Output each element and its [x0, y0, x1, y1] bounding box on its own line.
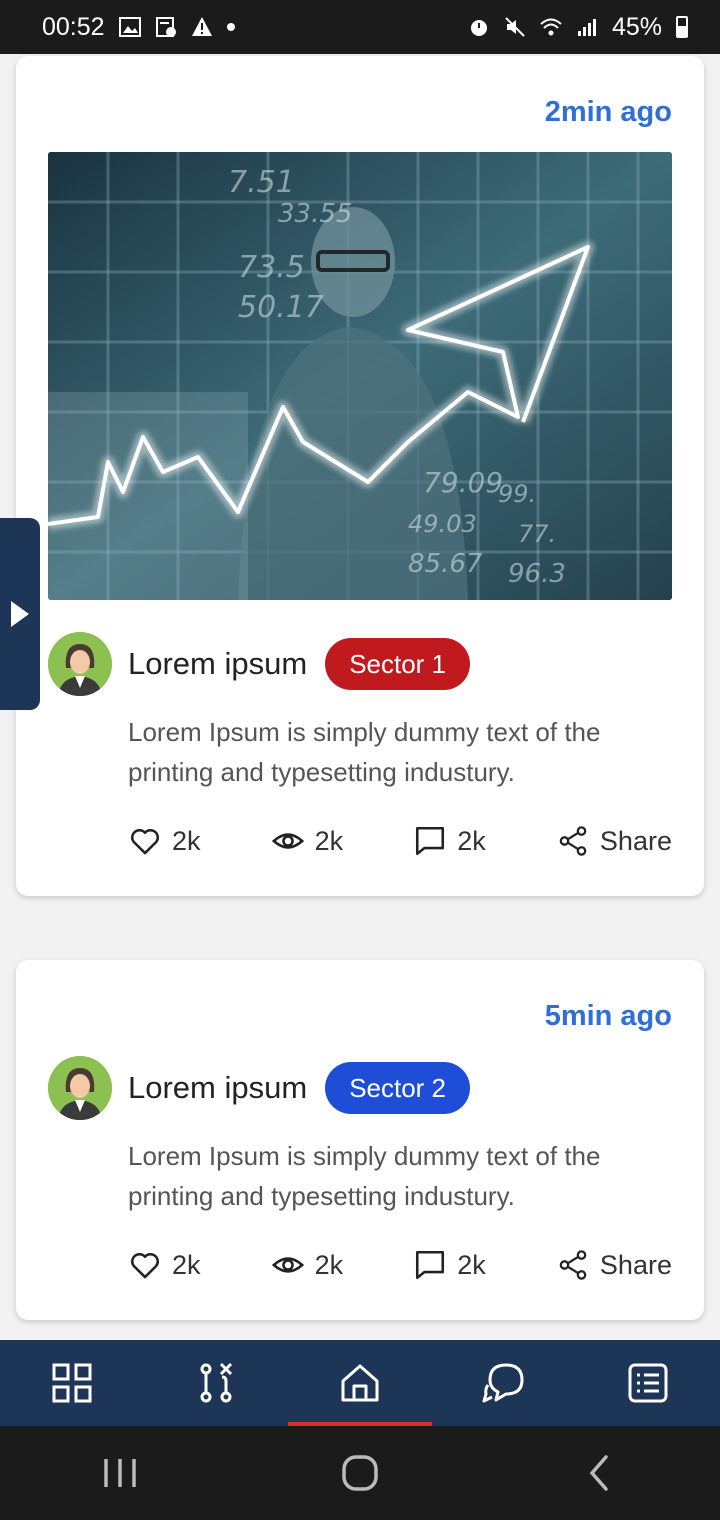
image-number: 73.5	[238, 250, 305, 285]
eye-icon	[271, 1257, 304, 1273]
share-button[interactable]: Share	[556, 824, 672, 858]
home-icon	[341, 1364, 379, 1402]
status-right: 45%	[468, 13, 688, 42]
post-image[interactable]: 7.51 33.55 73.5 50.17 79.09 49.03 99. 77…	[48, 152, 672, 600]
status-bar: 00:52 45%	[0, 0, 720, 54]
nav-compare[interactable]	[144, 1340, 288, 1426]
mute-icon	[505, 17, 525, 37]
author-row: Lorem ipsum Sector 2	[48, 1056, 471, 1120]
like-count: 2k	[172, 825, 201, 856]
share-icon	[559, 826, 587, 856]
view-count: 2k	[314, 1249, 344, 1280]
sector-badge[interactable]: Sector 2	[325, 1062, 471, 1114]
post-time: 2min ago	[544, 96, 672, 128]
nav-dashboard[interactable]	[0, 1340, 144, 1426]
views-button[interactable]: 2k	[271, 1248, 344, 1282]
post-actions: 2k 2k 2k Share	[128, 1248, 672, 1282]
avatar[interactable]	[48, 1056, 112, 1120]
post-time: 5min ago	[544, 1000, 672, 1032]
author-name[interactable]: Lorem ipsum	[128, 646, 307, 682]
comment-count: 2k	[457, 1249, 486, 1280]
like-button[interactable]: 2k	[128, 824, 201, 858]
view-count: 2k	[314, 825, 344, 856]
system-nav	[0, 1426, 720, 1520]
recents-icon[interactable]	[100, 1453, 140, 1493]
play-arrow-icon	[11, 601, 29, 627]
status-left: 00:52	[42, 13, 235, 42]
share-icon	[559, 1250, 587, 1280]
gallery-icon	[118, 17, 141, 37]
comment-button[interactable]: 2k	[413, 824, 486, 858]
image-number: 7.51	[228, 165, 295, 200]
battery-icon	[676, 16, 688, 38]
drawer-toggle-button[interactable]	[0, 518, 40, 710]
comment-button[interactable]: 2k	[413, 1248, 486, 1282]
post-card[interactable]: 2min ago 7.51 33.55 73.5 50.17 79.09 49.…	[16, 56, 704, 896]
like-count: 2k	[172, 1249, 201, 1280]
post-text: Lorem Ipsum is simply dummy text of the …	[128, 1141, 601, 1211]
alarm-icon	[470, 20, 487, 36]
clipboard-check-icon	[155, 17, 176, 37]
image-number: 77.	[518, 520, 556, 548]
image-number: 96.3	[508, 559, 566, 589]
image-number: 49.03	[408, 510, 477, 538]
bottom-nav	[0, 1340, 720, 1426]
comment-count: 2k	[457, 825, 486, 856]
share-label: Share	[599, 1249, 672, 1280]
eye-icon	[271, 833, 304, 849]
heart-icon	[131, 1252, 159, 1279]
battery-percent: 45%	[611, 12, 662, 41]
dashboard-icon	[52, 1363, 92, 1403]
image-number: 50.17	[238, 290, 324, 325]
author-name[interactable]: Lorem ipsum	[128, 1070, 307, 1106]
wifi-icon	[540, 18, 562, 36]
author-row: Lorem ipsum Sector 1	[48, 632, 471, 696]
post-card[interactable]: 5min ago Lorem ipsum Sector 2 Lorem Ipsu…	[16, 960, 704, 1320]
image-number: 85.67	[408, 549, 483, 579]
like-button[interactable]: 2k	[128, 1248, 201, 1282]
stock-chart-image: 7.51 33.55 73.5 50.17 79.09 49.03 99. 77…	[48, 152, 672, 600]
image-number: 33.55	[278, 199, 352, 229]
nav-chat[interactable]	[432, 1340, 576, 1426]
share-button[interactable]: Share	[556, 1248, 672, 1282]
sector-badge[interactable]: Sector 1	[325, 638, 471, 690]
dot-icon	[226, 23, 235, 31]
warning-icon	[191, 17, 212, 36]
nav-list[interactable]	[576, 1340, 720, 1426]
user-avatar-icon	[48, 632, 112, 696]
compare-icon	[200, 1362, 233, 1403]
signal-icon	[577, 19, 596, 36]
list-icon	[628, 1363, 668, 1403]
chat-icon	[482, 1363, 524, 1403]
heart-icon	[131, 828, 159, 855]
share-label: Share	[599, 825, 672, 856]
comment-icon	[416, 826, 445, 856]
avatar[interactable]	[48, 632, 112, 696]
user-avatar-icon	[48, 1056, 112, 1120]
status-time: 00:52	[42, 12, 105, 41]
image-number: 79.09	[423, 466, 503, 499]
post-text: Lorem Ipsum is simply dummy text of the …	[128, 717, 601, 787]
image-number: 99.	[498, 480, 536, 508]
home-button-icon[interactable]	[340, 1453, 380, 1493]
post-actions: 2k 2k 2k Share	[128, 824, 672, 858]
comment-icon	[416, 1250, 445, 1280]
nav-home[interactable]	[288, 1340, 432, 1426]
views-button[interactable]: 2k	[271, 824, 344, 858]
back-icon[interactable]	[580, 1453, 620, 1493]
